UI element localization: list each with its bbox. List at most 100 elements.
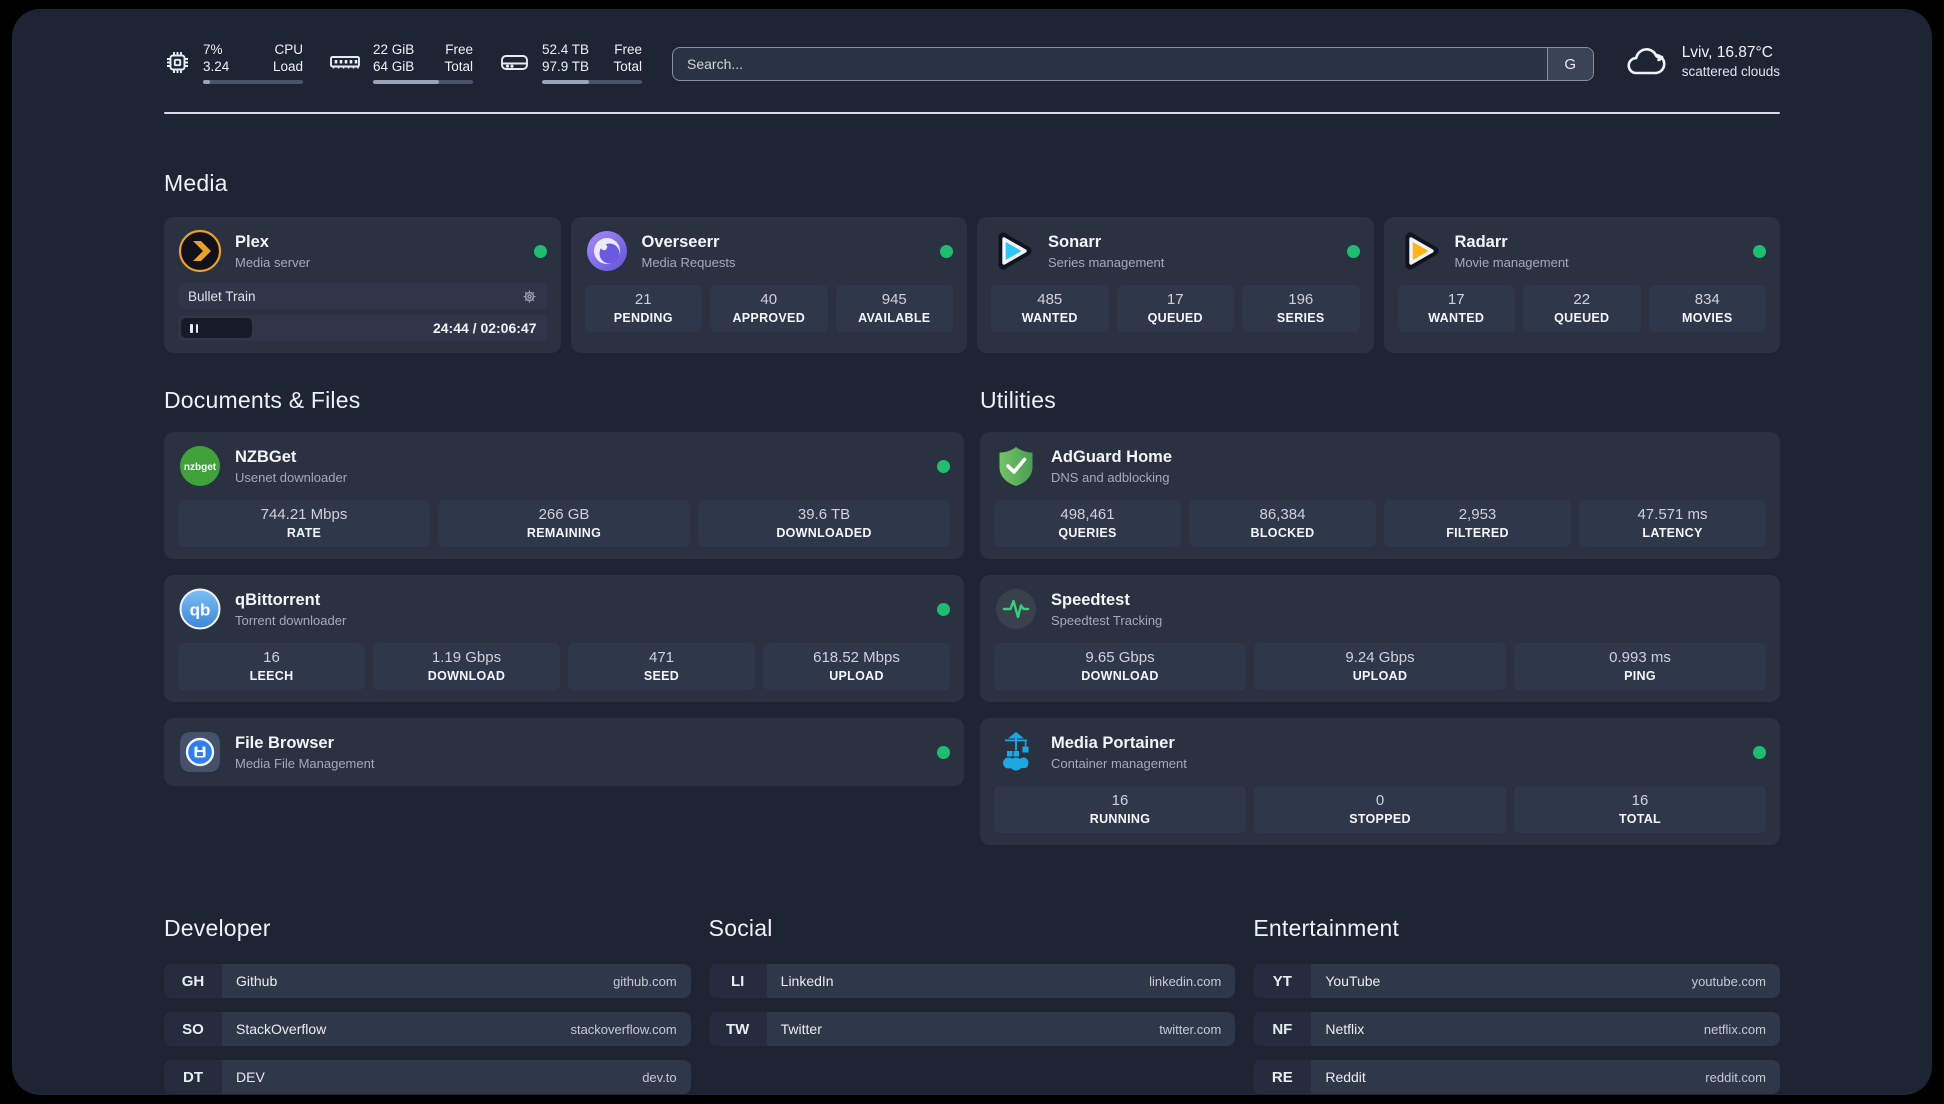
stat-tile: 266 GB REMAINING bbox=[438, 500, 690, 547]
utilities-column: Utilities AdGuard Home DNS and adblockin… bbox=[980, 387, 1780, 861]
app-card-sonarr[interactable]: Sonarr Series management 485 WANTED 17 QUE… bbox=[977, 217, 1374, 353]
radarr-icon bbox=[1405, 232, 1438, 270]
link-dev[interactable]: DT DEV dev.to bbox=[164, 1060, 691, 1094]
ram-progressbar bbox=[373, 80, 473, 84]
link-url: github.com bbox=[613, 973, 677, 989]
ram-total-value: 64 GiB bbox=[373, 59, 415, 74]
app-desc: Media Requests bbox=[641, 254, 736, 270]
link-tag: SO bbox=[164, 1012, 222, 1046]
link-netflix[interactable]: NF Netflix netflix.com bbox=[1253, 1012, 1780, 1046]
stat-tile: 2,953 FILTERED bbox=[1384, 500, 1571, 547]
ram-icon bbox=[330, 56, 360, 69]
link-twitter[interactable]: TW Twitter twitter.com bbox=[708, 1012, 1236, 1046]
link-name: Netflix bbox=[1325, 1021, 1365, 1037]
stat-tile: 16 RUNNING bbox=[994, 786, 1246, 833]
app-desc: Media File Management bbox=[235, 755, 375, 771]
search-input[interactable] bbox=[673, 48, 1547, 80]
app-card-nzbget[interactable]: nzbget NZBGet Usenet downloader 744.21 M… bbox=[164, 432, 964, 559]
disk-total-value: 97.9 TB bbox=[542, 59, 590, 74]
link-name: YouTube bbox=[1325, 973, 1381, 989]
app-card-overseerr[interactable]: Overseerr Media Requests 21 PENDING 40 APP… bbox=[570, 217, 967, 353]
app-desc: Usenet downloader bbox=[235, 469, 348, 485]
stat-tile: 16 LEECH bbox=[178, 643, 365, 690]
link-github[interactable]: GH Github github.com bbox=[164, 964, 691, 998]
link-name: DEV bbox=[236, 1069, 265, 1085]
stat-tile: 0.993 ms PING bbox=[1514, 643, 1766, 690]
pause-icon bbox=[190, 323, 193, 333]
nzbget-icon: nzbget bbox=[180, 446, 220, 486]
link-url: youtube.com bbox=[1691, 973, 1766, 989]
social-links: Social LI LinkedIn linkedin.com TW Twitte… bbox=[708, 915, 1236, 1060]
link-tag: NF bbox=[1253, 1012, 1312, 1046]
adguard-icon bbox=[999, 447, 1033, 486]
app-card-adguard[interactable]: AdGuard Home DNS and adblocking 498,461 Q… bbox=[980, 432, 1780, 559]
app-name: qBittorrent bbox=[235, 590, 321, 609]
stat-tile: 834 MOVIES bbox=[1648, 285, 1766, 332]
link-url: linkedin.com bbox=[1149, 973, 1222, 989]
app-card-speedtest[interactable]: Speedtest Speedtest Tracking 9.65 Gbps DO… bbox=[980, 575, 1780, 702]
stat-tile: 0 STOPPED bbox=[1254, 786, 1506, 833]
stat-tile: 1.19 Gbps DOWNLOAD bbox=[373, 643, 560, 690]
status-dot-online bbox=[937, 602, 950, 616]
disk-free-label: Free bbox=[614, 42, 642, 57]
media-grid: Plex Media server Bullet Train 24:44 / 0… bbox=[164, 217, 1780, 353]
ram-free-label: Free bbox=[445, 42, 473, 57]
disk-icon bbox=[501, 55, 528, 70]
link-reddit[interactable]: RE Reddit reddit.com bbox=[1253, 1060, 1780, 1094]
section-title-developer: Developer bbox=[164, 915, 271, 941]
link-youtube[interactable]: YT YouTube youtube.com bbox=[1253, 964, 1780, 998]
app-card-filebrowser[interactable]: File Browser Media File Management bbox=[164, 718, 964, 786]
link-url: twitter.com bbox=[1159, 1021, 1222, 1037]
svg-text:qb: qb bbox=[190, 601, 211, 620]
app-name: Radarr bbox=[1454, 232, 1508, 251]
app-card-portainer[interactable]: Media Portainer Container management 16 R… bbox=[980, 718, 1780, 845]
stat-tile: 9.65 Gbps DOWNLOAD bbox=[994, 643, 1246, 690]
portainer-icon bbox=[1003, 732, 1029, 771]
link-tag: DT bbox=[164, 1060, 222, 1094]
search-bar: G bbox=[672, 47, 1594, 81]
app-desc: Torrent downloader bbox=[235, 612, 347, 628]
section-title-media: Media bbox=[164, 170, 228, 196]
link-url: netflix.com bbox=[1703, 1021, 1766, 1037]
plex-now-playing: Bullet Train 24:44 / 02:06:47 bbox=[178, 283, 547, 341]
status-dot-online bbox=[1753, 244, 1766, 258]
app-name: Overseerr bbox=[641, 232, 720, 251]
weather-location-temp: Lviv, 16.87°C bbox=[1681, 44, 1773, 61]
ram-widget: 22 GiB 64 GiB Free Total bbox=[329, 41, 473, 84]
link-url: stackoverflow.com bbox=[570, 1021, 677, 1037]
playback-progressbar[interactable]: 24:44 / 02:06:47 bbox=[178, 315, 547, 341]
stat-tile: 485 WANTED bbox=[991, 285, 1109, 332]
section-title-entertainment: Entertainment bbox=[1253, 915, 1400, 941]
app-desc: Container management bbox=[1051, 755, 1187, 771]
link-linkedin[interactable]: LI LinkedIn linkedin.com bbox=[708, 964, 1236, 998]
app-name: Speedtest bbox=[1051, 590, 1130, 609]
link-stackoverflow[interactable]: SO StackOverflow stackoverflow.com bbox=[164, 1012, 691, 1046]
link-name: Github bbox=[236, 973, 278, 989]
cloud-icon bbox=[1627, 48, 1666, 75]
cpu-icon bbox=[167, 52, 188, 73]
app-desc: Media server bbox=[235, 254, 311, 270]
link-tag: YT bbox=[1253, 964, 1312, 998]
link-tag: RE bbox=[1253, 1060, 1312, 1094]
link-name: LinkedIn bbox=[780, 973, 834, 989]
search-engine-button[interactable]: G bbox=[1546, 48, 1593, 80]
speedtest-icon bbox=[996, 589, 1036, 629]
status-dot-online bbox=[940, 244, 953, 258]
developer-links: Developer GH Github github.com SO StackOv… bbox=[164, 915, 691, 1095]
header-divider bbox=[164, 112, 1780, 114]
status-dot-online bbox=[533, 244, 547, 258]
weather-condition: scattered clouds bbox=[1681, 64, 1780, 79]
dashboard-panel: 7% 3.24 CPU Load 22 GiB 64 GiB Free Total bbox=[12, 9, 1932, 1095]
app-card-plex[interactable]: Plex Media server Bullet Train 24:44 / 0… bbox=[164, 217, 561, 353]
link-name: Twitter bbox=[780, 1021, 822, 1037]
link-tag: TW bbox=[708, 1012, 767, 1046]
app-card-qbittorrent[interactable]: qb qBittorrent Torrent downloader 16 LEEC… bbox=[164, 575, 964, 702]
link-name: Reddit bbox=[1325, 1069, 1366, 1085]
gear-icon[interactable] bbox=[522, 289, 537, 304]
app-desc: DNS and adblocking bbox=[1051, 469, 1170, 485]
stat-tile: 40 APPROVED bbox=[710, 285, 828, 332]
weather-widget: Lviv, 16.87°C scattered clouds bbox=[1624, 43, 1780, 81]
app-card-radarr[interactable]: Radarr Movie management 17 WANTED 22 QUEUE… bbox=[1383, 217, 1780, 353]
cpu-label: CPU bbox=[274, 42, 303, 57]
system-stats: 7% 3.24 CPU Load 22 GiB 64 GiB Free Total bbox=[164, 41, 642, 84]
